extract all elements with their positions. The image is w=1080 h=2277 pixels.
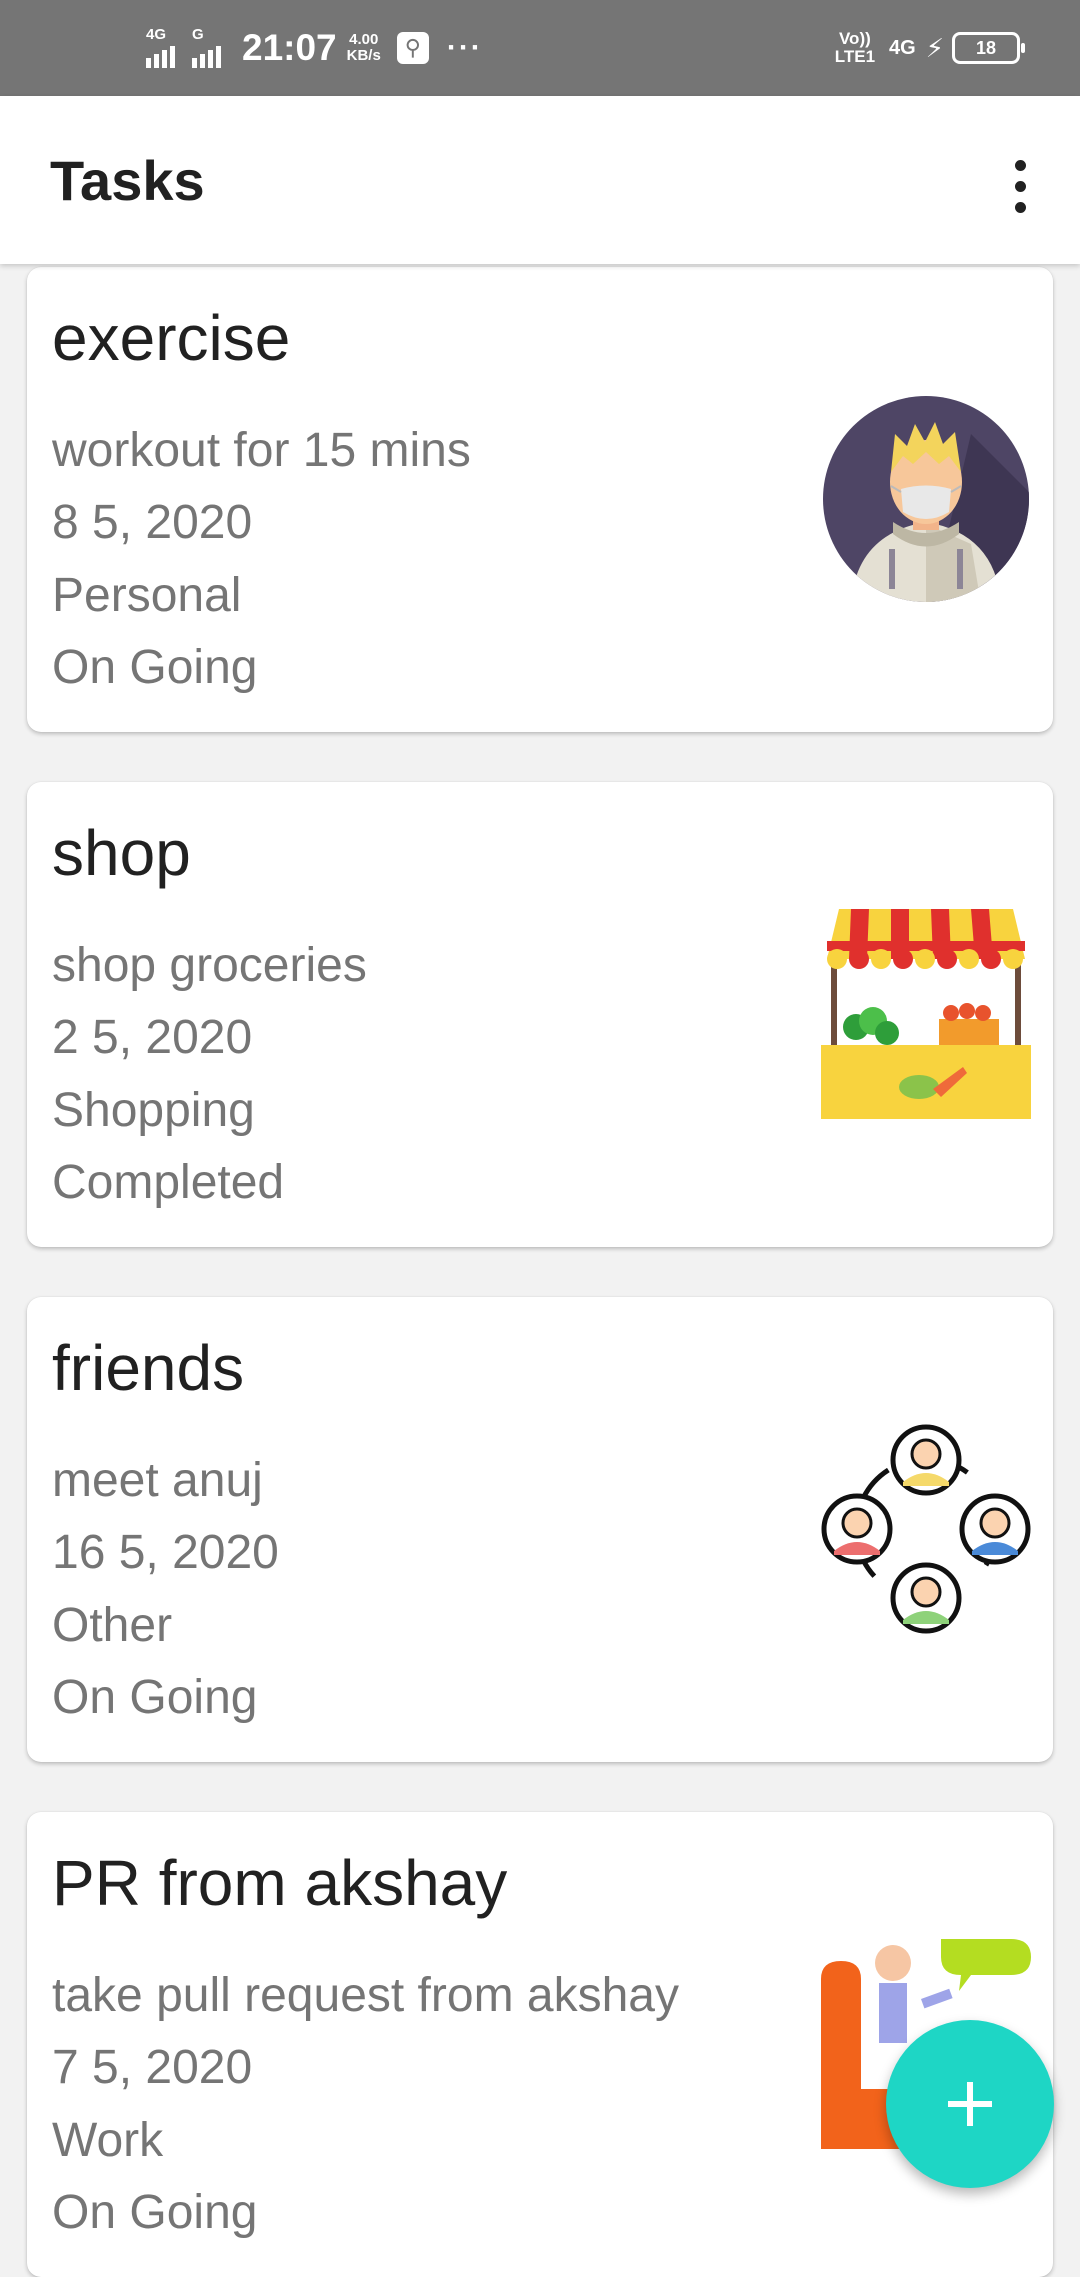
task-description: meet anuj: [52, 1454, 263, 1507]
charging-icon: ⚡: [925, 32, 944, 63]
task-date: 7 5, 2020: [52, 2041, 253, 2094]
task-category: Personal: [52, 569, 242, 622]
task-card[interactable]: PR from akshay take pull request from ak…: [27, 1812, 1053, 2277]
task-status: On Going: [52, 2186, 258, 2239]
task-title: exercise: [52, 302, 291, 374]
task-status: Completed: [52, 1156, 285, 1209]
status-time: 21:07: [242, 27, 337, 68]
task-category: Shopping: [52, 1084, 255, 1137]
more-notifications-icon: ···: [446, 31, 483, 64]
task-date: 2 5, 2020: [52, 1011, 253, 1064]
task-date: 8 5, 2020: [52, 496, 253, 549]
app-bar: Tasks: [0, 96, 1080, 264]
usb-icon: ⚲: [396, 32, 429, 64]
market-stall-icon: [821, 909, 1031, 1119]
task-description: take pull request from akshay: [52, 1969, 679, 2022]
page-title: Tasks: [50, 149, 205, 212]
task-title: PR from akshay: [52, 1847, 508, 1919]
sim1-signal-icon: 4G: [146, 26, 178, 68]
network-type: 4G: [889, 36, 916, 59]
task-title: shop: [52, 817, 191, 889]
volte-icon: Vo)) LTE1: [834, 29, 876, 66]
task-card[interactable]: shop shop groceries 2 5, 2020 Shopping C…: [27, 782, 1053, 1247]
task-description: workout for 15 mins: [52, 424, 471, 477]
task-status: On Going: [52, 641, 258, 694]
task-title: friends: [52, 1332, 245, 1404]
add-task-button[interactable]: [886, 2020, 1054, 2188]
friends-circle-icon: [821, 1424, 1031, 1634]
task-date: 16 5, 2020: [52, 1526, 279, 1579]
battery-icon: 18: [952, 32, 1025, 64]
more-vert-icon[interactable]: [1000, 146, 1040, 226]
battery-level: 18: [975, 37, 997, 58]
task-status: On Going: [52, 1671, 258, 1724]
task-card[interactable]: exercise workout for 15 mins 8 5, 2020 P…: [27, 267, 1053, 732]
task-card[interactable]: friends meet anuj 16 5, 2020 Other On Go…: [27, 1297, 1053, 1762]
network-speed: 4.00 KB/s: [346, 31, 381, 64]
sim2-signal-icon: G: [192, 26, 224, 68]
task-category: Work: [52, 2114, 164, 2167]
task-category: Other: [52, 1599, 173, 1652]
status-bar: 4G G 21:07 4.00 KB/s ⚲ ··· Vo)) LTE1 4G …: [0, 0, 1080, 96]
masked-person-avatar-icon: [823, 396, 1029, 602]
plus-icon: [948, 2082, 992, 2126]
task-description: shop groceries: [52, 939, 367, 992]
